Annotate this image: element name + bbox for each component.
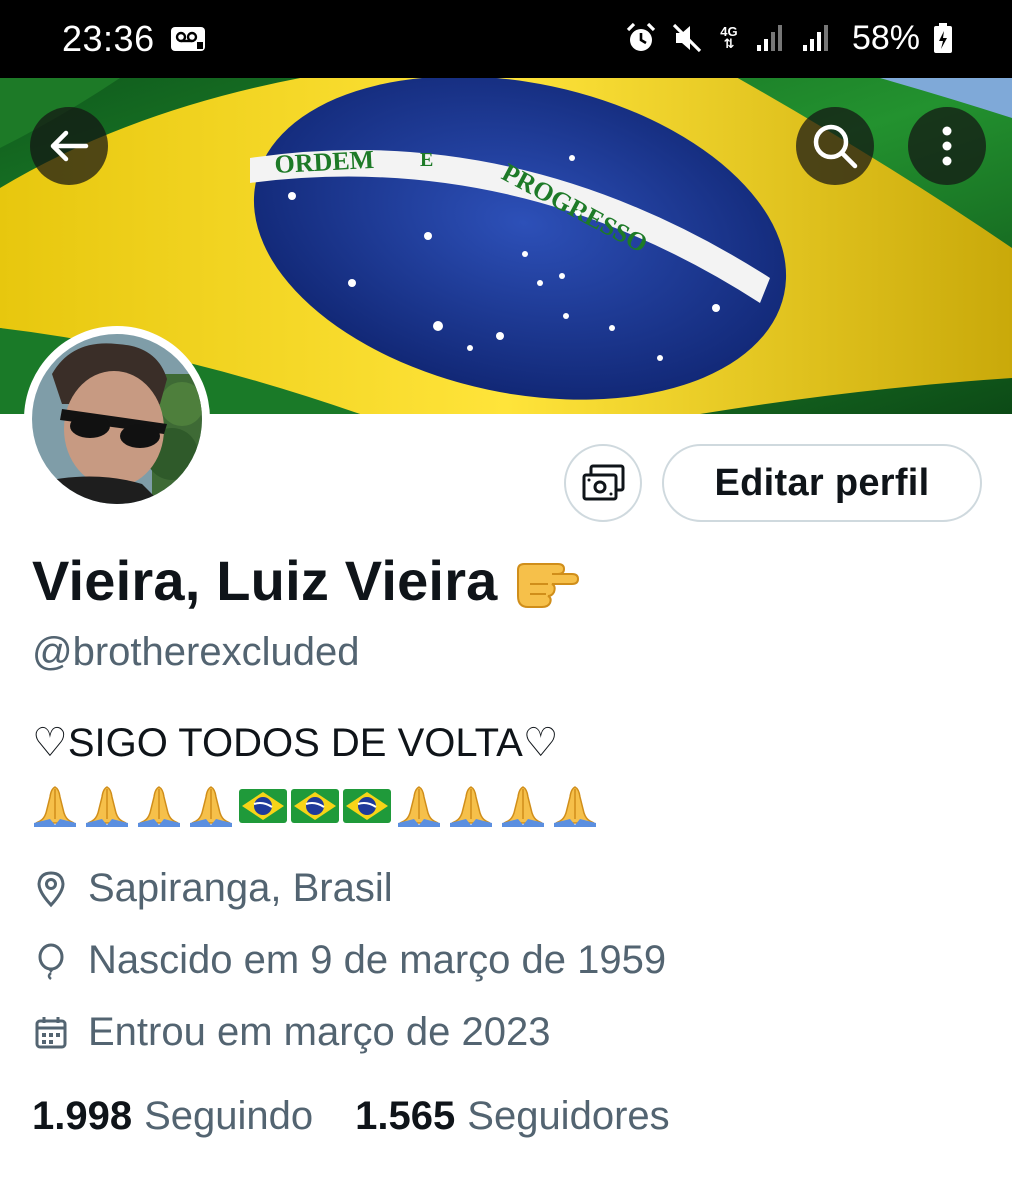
- monetization-button[interactable]: [564, 444, 642, 522]
- back-button[interactable]: [30, 107, 108, 185]
- calendar-icon: [35, 1016, 67, 1048]
- following-count: 1.998: [32, 1094, 133, 1138]
- avatar-photo: [32, 334, 202, 504]
- followers-link[interactable]: 1.565 Seguidores: [355, 1094, 669, 1139]
- avatar[interactable]: [24, 326, 210, 512]
- arrow-left-icon: [50, 130, 89, 162]
- bio-text: ♡SIGO TODOS DE VOLTA♡: [32, 721, 559, 765]
- money-icon: [582, 464, 625, 501]
- location-pin-icon: [37, 870, 65, 907]
- praying-hands-emoji: [86, 786, 128, 827]
- following-label: Seguindo: [144, 1094, 314, 1138]
- more-options-button[interactable]: [908, 107, 986, 185]
- praying-hands-emoji: [34, 786, 76, 827]
- signal-icon: [802, 25, 828, 51]
- joined-text: Entrou em março de 2023: [88, 1010, 551, 1054]
- alarm-icon: [626, 22, 656, 51]
- praying-hands-emoji: [502, 786, 544, 827]
- praying-hands-emoji: [398, 786, 440, 827]
- more-vertical-icon: [942, 126, 952, 166]
- voicemail-icon: [171, 27, 205, 51]
- signal-icon: [756, 25, 782, 51]
- status-time: 23:36: [62, 18, 155, 59]
- pointing-hand-emoji: [516, 563, 579, 608]
- birthdate-text: Nascido em 9 de março de 1959: [88, 938, 667, 982]
- following-link[interactable]: 1.998 Seguindo: [32, 1094, 313, 1139]
- battery-percent: 58%: [851, 18, 920, 57]
- user-handle: @brotherexcluded: [32, 630, 360, 674]
- joined-row: Entrou em março de 2023: [32, 1010, 550, 1055]
- search-icon: [813, 124, 858, 169]
- brazil-flag-emoji: [239, 789, 287, 823]
- status-icons: 4G ⇅ 58%: [624, 16, 954, 60]
- data-arrows: ⇅: [723, 36, 735, 51]
- mute-icon: [672, 23, 702, 53]
- svg-text:ORDEM: ORDEM: [274, 145, 375, 179]
- location-text: Sapiranga, Brasil: [88, 866, 393, 910]
- followers-count: 1.565: [355, 1094, 456, 1138]
- followers-label: Seguidores: [467, 1094, 670, 1138]
- praying-hands-emoji: [554, 786, 596, 827]
- status-bar: 23:36 4G ⇅ 58%: [0, 0, 1012, 78]
- praying-hands-emoji: [138, 786, 180, 827]
- avatar-image: [32, 334, 202, 504]
- location-row: Sapiranga, Brasil: [32, 866, 393, 911]
- network-4g-icon: 4G ⇅: [716, 25, 742, 51]
- edit-profile-button[interactable]: Editar perfil: [662, 444, 982, 522]
- follow-stats: 1.998 Seguindo 1.565 Seguidores: [32, 1094, 670, 1139]
- brazil-flag-emoji: [343, 789, 391, 823]
- praying-hands-emoji: [190, 786, 232, 827]
- display-name: Vieira, Luiz Vieira: [32, 548, 498, 612]
- battery-icon: [934, 23, 952, 53]
- search-button[interactable]: [796, 107, 874, 185]
- brazil-flag-emoji: [291, 789, 339, 823]
- display-name-row: Vieira, Luiz Vieira: [32, 544, 584, 616]
- balloon-icon: [38, 943, 64, 980]
- birthdate-row: Nascido em 9 de março de 1959: [32, 938, 666, 983]
- praying-hands-emoji: [450, 786, 492, 827]
- svg-text:E: E: [420, 149, 433, 171]
- bio-emoji-row: [30, 782, 600, 828]
